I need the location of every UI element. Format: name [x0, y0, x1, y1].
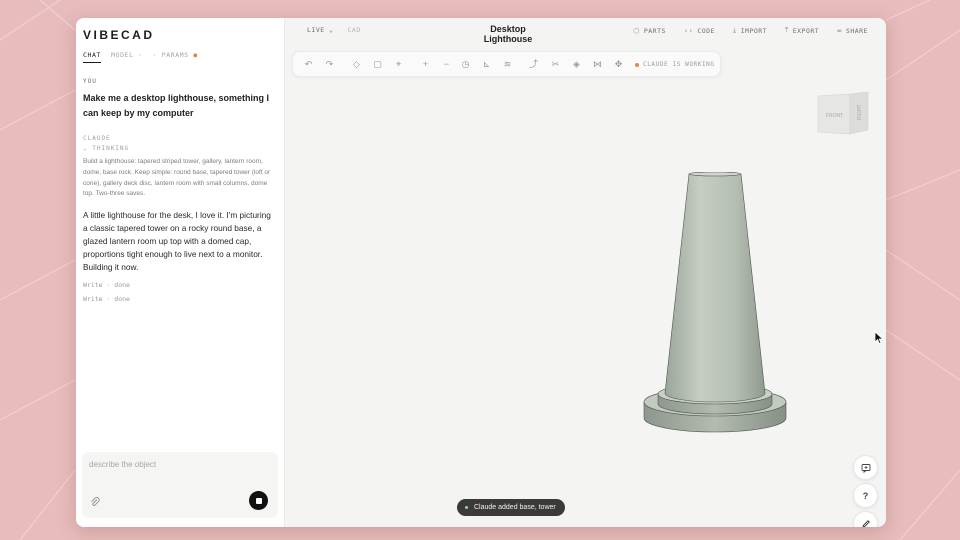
pencil-icon [861, 519, 870, 527]
view-cube-right-label: RIGHT [857, 104, 863, 120]
help-button[interactable]: ? [853, 483, 878, 508]
parts-label: PARTS [643, 26, 666, 35]
live-dropdown[interactable]: LIVE ⌄ [307, 26, 334, 34]
stop-icon [255, 497, 262, 504]
prompt-input[interactable] [89, 460, 269, 469]
box-icon[interactable]: ◇ [350, 58, 363, 71]
sidebar: VIBECAD CHAT MODEL · · PARAMS ● YOU Make… [76, 18, 285, 527]
sidebar-tabs: CHAT MODEL · · PARAMS ● [83, 51, 198, 63]
import-button[interactable]: ⤓ IMPORT [733, 26, 767, 35]
export-label: EXPORT [792, 26, 820, 35]
view-cube-front-label: FRONT [826, 113, 843, 119]
curve-icon[interactable]: ⤴ [527, 58, 540, 71]
user-message: Make me a desktop lighthouse, something … [83, 93, 270, 118]
share-label: SHARE [845, 26, 868, 35]
export-button[interactable]: ⤒ EXPORT [785, 26, 819, 35]
parts-button[interactable]: ⬡ PARTS [633, 26, 666, 35]
3d-viewport[interactable]: FRONT RIGHT ? [285, 44, 886, 527]
stack-icon[interactable]: ◈ [570, 58, 583, 71]
view-cube[interactable]: FRONT RIGHT [816, 90, 870, 136]
axes-icon[interactable]: ⊾ [480, 58, 493, 71]
tool-call-status: Write · done [83, 295, 130, 304]
mirror-icon[interactable]: ⋈ [591, 58, 604, 71]
code-label: CODE [697, 26, 716, 35]
code-button[interactable]: ‹› CODE [684, 26, 715, 35]
tab-chat[interactable]: CHAT [83, 51, 102, 63]
status-toast: Claude added base, tower [457, 499, 565, 516]
layers-icon[interactable]: ≋ [501, 58, 514, 71]
top-bar: LIVE ⌄ CAD Desktop Lighthouse ⬡ PARTS ‹› C… [285, 18, 886, 44]
download-icon: ⤓ [733, 26, 737, 34]
tab-separator: · [138, 51, 143, 59]
chat-thread: YOU Make me a desktop lighthouse, someth… [83, 78, 277, 306]
link-icon: ∞ [837, 26, 842, 35]
status-text: CLAUDE IS WORKING [643, 61, 715, 68]
app-logo: VIBECAD [83, 28, 155, 42]
status-dot [635, 62, 639, 67]
assistant-reply: A little lighthouse for the desk, I love… [83, 210, 271, 273]
paint-icon[interactable]: ⌖ [392, 58, 405, 71]
code-icon: ‹› [683, 26, 694, 35]
cad-mode[interactable]: CAD [348, 26, 361, 34]
header-actions: ⬡ PARTS ‹› CODE ⤓ IMPORT ⤒ EXPORT ∞ SHARE [633, 26, 868, 35]
mouse-cursor [874, 331, 884, 345]
question-icon: ? [862, 490, 869, 501]
cube-icon: ⬡ [633, 26, 640, 35]
thinking-label: THINKING [92, 145, 130, 152]
paperclip-icon[interactable] [89, 496, 101, 508]
tab-model-label: MODEL [111, 51, 134, 59]
cad-toolbar: ↶ ↷ ◇ ▢ ⌖ + − ◷ ⊾ ≋ ⤴ ✂ ◈ ⋈ ✥ CLAUDE IS … [292, 51, 721, 77]
save-icon[interactable]: ▢ [371, 58, 384, 71]
tab-params-label: PARAMS [161, 51, 189, 59]
live-label: LIVE [307, 26, 325, 34]
params-unsaved-dot: ● [193, 51, 198, 59]
assistant-role-label: CLAUDE [83, 135, 111, 142]
chevron-down-icon: ⌄ [83, 145, 88, 152]
zoom-in-icon[interactable]: + [419, 58, 432, 71]
zoom-out-icon[interactable]: − [440, 58, 453, 71]
clock-icon[interactable]: ◷ [459, 58, 472, 71]
tab-separator: · [152, 51, 158, 59]
scissors-icon[interactable]: ✂ [549, 58, 562, 71]
tab-model[interactable]: MODEL · [111, 51, 143, 63]
move-icon[interactable]: ✥ [612, 58, 625, 71]
tab-params[interactable]: · PARAMS ● [153, 51, 198, 63]
comment-button[interactable] [853, 455, 878, 480]
thinking-toggle[interactable]: ⌄ THINKING [83, 145, 277, 152]
chevron-down-icon: ⌄ [329, 26, 334, 34]
undo-icon[interactable]: ↶ [302, 58, 315, 71]
edit-button[interactable] [853, 511, 878, 527]
lighthouse-model[interactable] [640, 172, 790, 457]
comment-icon [861, 463, 870, 473]
upload-icon: ⤒ [785, 26, 789, 34]
redo-icon[interactable]: ↷ [323, 58, 336, 71]
share-button[interactable]: ∞ SHARE [837, 26, 868, 35]
chat-composer [82, 452, 278, 518]
agent-status: CLAUDE IS WORKING [635, 61, 715, 68]
mode-switch: LIVE ⌄ CAD [307, 26, 361, 34]
document-title[interactable]: Desktop Lighthouse [468, 24, 548, 44]
app-window: FRONT RIGHT ? Claude added base, tower V… [76, 18, 886, 527]
tool-call-status: Write · done [83, 281, 130, 290]
stop-button[interactable] [249, 491, 268, 510]
user-role-label: YOU [83, 78, 97, 85]
import-label: IMPORT [740, 26, 768, 35]
thinking-text: Build a lighthouse: tapered striped towe… [83, 158, 271, 198]
